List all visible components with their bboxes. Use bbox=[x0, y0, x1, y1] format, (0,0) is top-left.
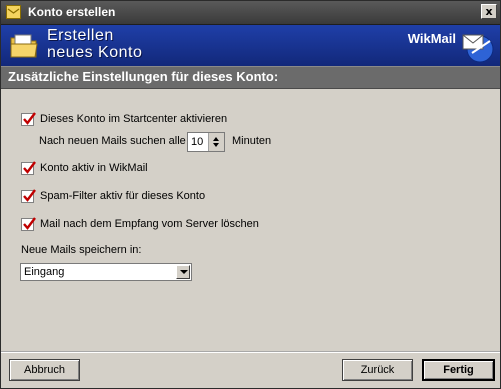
delete-checkbox[interactable] bbox=[21, 217, 36, 231]
arrow-down-icon[interactable] bbox=[213, 143, 219, 147]
section-header: Zusätzliche Einstellungen für dieses Kon… bbox=[1, 66, 500, 89]
dropdown-button[interactable] bbox=[176, 265, 190, 279]
arrow-up-icon[interactable] bbox=[213, 137, 219, 141]
dialog-window: Konto erstellen x Erstellen neues Konto … bbox=[0, 0, 501, 389]
active-label: Konto aktiv in WikMail bbox=[40, 162, 148, 174]
interval-suffix: Minuten bbox=[232, 135, 272, 147]
interval-prefix: Nach neuen Mails suchen alle bbox=[39, 135, 186, 147]
cancel-button[interactable]: Abbruch bbox=[9, 359, 80, 381]
checkmark-icon bbox=[23, 112, 36, 125]
section-title: Zusätzliche Einstellungen für dieses Kon… bbox=[8, 69, 279, 84]
window-title: Konto erstellen bbox=[28, 5, 116, 19]
brand-name: WikMail bbox=[407, 31, 456, 46]
finish-button[interactable]: Fertig bbox=[422, 359, 495, 381]
startcenter-checkbox[interactable] bbox=[21, 112, 36, 126]
delete-label: Mail nach dem Empfang vom Server löschen bbox=[40, 218, 259, 230]
folder-icon bbox=[10, 34, 38, 58]
banner-title-line2: neues Konto bbox=[47, 44, 143, 61]
checkmark-icon bbox=[23, 161, 36, 174]
store-folder-value: Eingang bbox=[24, 266, 65, 278]
stepper-arrows[interactable] bbox=[208, 133, 224, 151]
mail-logo-icon bbox=[462, 34, 494, 63]
checkmark-icon bbox=[23, 189, 36, 202]
spam-checkbox[interactable] bbox=[21, 189, 36, 203]
banner-title: Erstellen neues Konto bbox=[47, 27, 142, 61]
footer-divider bbox=[1, 351, 500, 353]
active-checkbox[interactable] bbox=[21, 161, 36, 175]
header-banner: Erstellen neues Konto WikMail bbox=[1, 25, 500, 66]
store-label: Neue Mails speichern in: bbox=[21, 244, 142, 256]
interval-stepper[interactable]: 10 bbox=[187, 132, 225, 152]
checkmark-icon bbox=[23, 217, 36, 230]
close-button[interactable]: x bbox=[481, 4, 497, 19]
chevron-down-icon bbox=[180, 270, 188, 274]
title-bar[interactable]: Konto erstellen x bbox=[1, 1, 500, 25]
banner-title-line1: Erstellen bbox=[47, 27, 114, 44]
spam-label: Spam-Filter aktiv für dieses Konto bbox=[40, 190, 206, 202]
store-folder-select[interactable]: Eingang bbox=[20, 263, 192, 281]
startcenter-label: Dieses Konto im Startcenter aktivieren bbox=[40, 113, 228, 125]
interval-value[interactable]: 10 bbox=[191, 136, 203, 148]
app-icon bbox=[6, 5, 21, 19]
back-button[interactable]: Zurück bbox=[342, 359, 413, 381]
